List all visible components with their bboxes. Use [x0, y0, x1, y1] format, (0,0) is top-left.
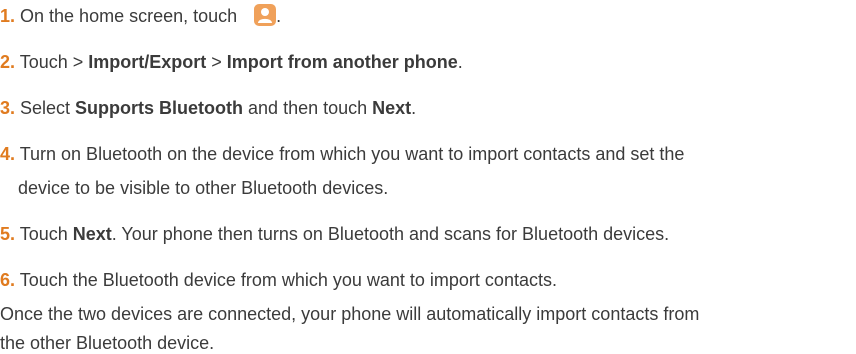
- step-text-end: .: [276, 6, 282, 26]
- step-number: 2.: [0, 52, 16, 72]
- step-number: 4.: [0, 144, 16, 164]
- step-text: device to be visible to other Bluetooth …: [18, 178, 389, 198]
- step-text: and then touch: [243, 98, 373, 118]
- button-label-next: Next: [72, 224, 112, 244]
- step-2: 2. Touch > Import/Export > Import from a…: [0, 51, 463, 73]
- step-number: 5.: [0, 224, 16, 244]
- step-1: 1. On the home screen, touch .: [0, 4, 281, 26]
- step-text: .: [457, 52, 463, 72]
- step-number: 6.: [0, 270, 16, 290]
- step-number: 3.: [0, 98, 16, 118]
- step-text: . Your phone then turns on Bluetooth and…: [111, 224, 670, 244]
- option-label-supports-bluetooth: Supports Bluetooth: [75, 98, 244, 118]
- step-text: .: [411, 98, 417, 118]
- step-5: 5. Touch Next. Your phone then turns on …: [0, 223, 669, 245]
- step-6: 6. Touch the Bluetooth device from which…: [0, 269, 557, 291]
- instructions-document: 1. On the home screen, touch . 2. Touch …: [0, 0, 856, 354]
- step-text: Touch the Bluetooth device from which yo…: [15, 270, 557, 290]
- closing-paragraph-line-1: Once the two devices are connected, your…: [0, 303, 699, 325]
- closing-paragraph-line-2: the other Bluetooth device.: [0, 332, 214, 354]
- closing-text: Once the two devices are connected, your…: [0, 304, 700, 324]
- button-label-next: Next: [372, 98, 412, 118]
- step-number: 1.: [0, 6, 16, 26]
- closing-text: the other Bluetooth device.: [0, 333, 215, 353]
- step-text: >: [206, 52, 227, 72]
- menu-label-import-from-phone: Import from another phone: [226, 52, 458, 72]
- step-text: On the home screen, touch: [15, 6, 243, 26]
- step-4: 4. Turn on Bluetooth on the device from …: [0, 143, 684, 165]
- step-3: 3. Select Supports Bluetooth and then to…: [0, 97, 416, 119]
- step-4-continuation: device to be visible to other Bluetooth …: [18, 177, 388, 199]
- step-text: Touch >: [15, 52, 89, 72]
- step-text: Select: [15, 98, 76, 118]
- step-text: Turn on Bluetooth on the device from whi…: [15, 144, 685, 164]
- menu-label-import-export: Import/Export: [88, 52, 207, 72]
- step-text: Touch: [15, 224, 73, 244]
- contacts-app-icon: [254, 4, 277, 26]
